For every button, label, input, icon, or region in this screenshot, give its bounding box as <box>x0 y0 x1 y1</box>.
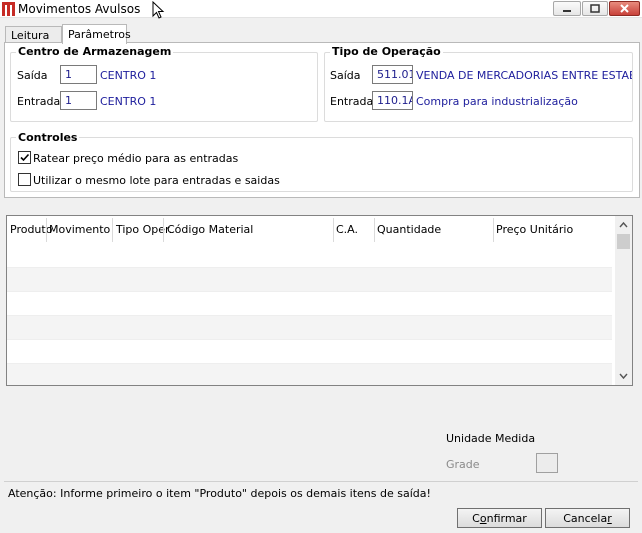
operacao-saida-description: VENDA DE MERCADORIAS ENTRE ESTABELECIM <box>416 69 632 82</box>
tab-leitura[interactable]: Leitura <box>5 26 62 43</box>
column-divider[interactable] <box>333 218 334 242</box>
scrollbar-thumb[interactable] <box>617 234 630 249</box>
centro-entrada-input[interactable]: 1 <box>60 91 97 110</box>
column-divider[interactable] <box>374 218 375 242</box>
column-header-ca[interactable]: C.A. <box>336 223 358 236</box>
tab-leitura-label: Leitura <box>11 29 50 42</box>
column-header-preco-unitario[interactable]: Preço Unitário <box>496 223 573 236</box>
tab-parametros-label: Parâmetros <box>68 28 131 41</box>
attention-message: Atenção: Informe primeiro o item "Produt… <box>8 487 431 500</box>
confirmar-label-mnemonic: o <box>479 512 487 525</box>
minimize-button[interactable] <box>553 1 581 16</box>
tipo-operacao-title: Tipo de Operação <box>330 45 443 58</box>
centro-armazenagem-group <box>10 52 318 122</box>
table-row[interactable] <box>7 268 612 292</box>
column-divider[interactable] <box>112 218 113 242</box>
operacao-saida-input[interactable]: 511.01 <box>372 65 413 84</box>
unidade-medida-label: Unidade Medida <box>446 432 536 445</box>
operacao-entrada-description: Compra para industrialização <box>416 95 578 108</box>
operacao-entrada-label: Entrada <box>330 95 374 108</box>
operacao-entrada-input[interactable]: 110.1A <box>372 91 413 110</box>
centro-entrada-description: CENTRO 1 <box>100 95 157 108</box>
confirmar-label-suffix: nfirmar <box>486 512 527 525</box>
centro-entrada-label: Entrada <box>17 95 61 108</box>
cancelar-label-prefix: Cancela <box>563 512 608 525</box>
table-row[interactable] <box>7 340 612 364</box>
mesmo-lote-label[interactable]: Utilizar o mesmo lote para entradas e sa… <box>33 174 280 187</box>
column-header-codigo-material[interactable]: Código Material <box>167 223 253 236</box>
column-divider[interactable] <box>46 218 47 242</box>
scroll-down-arrow-icon[interactable] <box>615 369 632 383</box>
mesmo-lote-checkbox[interactable] <box>18 173 31 186</box>
column-divider[interactable] <box>493 218 494 242</box>
grade-input[interactable] <box>536 453 558 473</box>
close-button[interactable] <box>609 1 640 16</box>
centro-saida-description: CENTRO 1 <box>100 69 157 82</box>
movimentos-grid[interactable]: Produto Movimento Tipo Oper. Código Mate… <box>6 215 633 386</box>
scroll-up-arrow-icon[interactable] <box>615 218 632 232</box>
maximize-button[interactable] <box>582 1 608 16</box>
centro-armazenagem-title: Centro de Armazenagem <box>16 45 174 58</box>
close-icon <box>620 4 629 13</box>
minimize-icon <box>563 10 571 12</box>
column-header-quantidade[interactable]: Quantidade <box>377 223 441 236</box>
table-row[interactable] <box>7 244 612 268</box>
confirmar-label-prefix: C <box>472 512 480 525</box>
centro-saida-input[interactable]: 1 <box>60 65 97 84</box>
confirmar-button[interactable]: Confirmar <box>457 508 542 528</box>
tipo-operacao-group <box>324 52 633 122</box>
ratear-checkbox[interactable] <box>18 151 31 164</box>
bottom-divider <box>4 481 638 482</box>
checkmark-icon <box>20 153 30 162</box>
app-logo-icon <box>2 2 15 16</box>
table-row[interactable] <box>7 292 612 316</box>
tab-parametros[interactable]: Parâmetros <box>62 24 131 44</box>
grid-header: Produto Movimento Tipo Oper. Código Mate… <box>7 216 612 244</box>
cancelar-label-mnemonic: r <box>607 512 612 525</box>
table-row[interactable] <box>7 316 612 340</box>
column-header-movimento[interactable]: Movimento <box>49 223 110 236</box>
column-divider[interactable] <box>163 218 164 242</box>
title-bar[interactable]: Movimentos Avulsos <box>0 0 642 19</box>
window-title: Movimentos Avulsos <box>18 2 141 16</box>
mouse-pointer-icon <box>152 1 165 19</box>
maximize-icon <box>590 4 600 13</box>
operacao-saida-label: Saída <box>330 69 361 82</box>
ratear-label[interactable]: Ratear preço médio para as entradas <box>33 152 238 165</box>
grid-vertical-scrollbar[interactable] <box>615 216 632 385</box>
cancelar-button[interactable]: Cancelar <box>545 508 630 528</box>
centro-saida-label: Saída <box>17 69 48 82</box>
grade-label: Grade <box>446 458 480 471</box>
table-row[interactable] <box>7 364 612 385</box>
controles-title: Controles <box>16 131 80 144</box>
